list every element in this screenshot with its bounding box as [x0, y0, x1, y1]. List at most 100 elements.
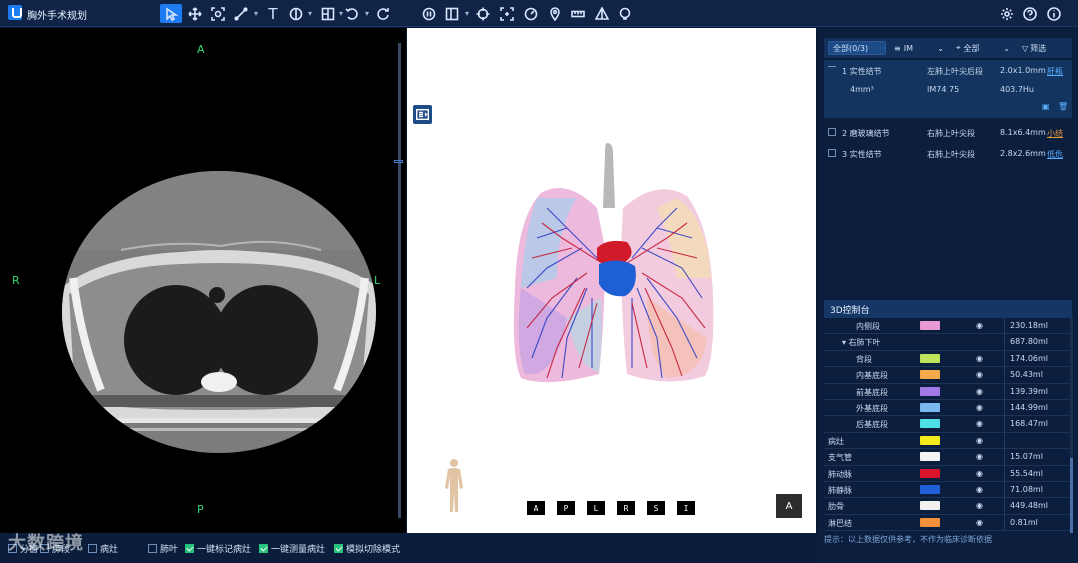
nodule-checkbox[interactable] — [828, 66, 836, 74]
control-row[interactable]: 病灶 ◉ — [824, 432, 1072, 450]
control-row[interactable]: 肋骨 ◉ 449.48ml — [824, 498, 1072, 515]
color-swatch[interactable] — [920, 370, 940, 380]
view-anterior-button[interactable]: A — [527, 501, 545, 515]
control-row[interactable]: 后基底段 ◉ 168.47ml — [824, 416, 1072, 433]
nodule-checkbox[interactable] — [828, 128, 836, 136]
orientation-cube[interactable]: A — [776, 494, 802, 518]
visibility-eye-icon[interactable]: ◉ — [976, 370, 983, 379]
control-row[interactable]: 前基底段 ◉ 139.39ml — [824, 383, 1072, 400]
measure-tool-button[interactable] — [232, 4, 250, 23]
nodule-checkbox[interactable] — [828, 149, 836, 157]
control-row[interactable]: 内基底段 ◉ 50.43ml — [824, 367, 1072, 384]
view-superior-button[interactable]: S — [647, 501, 665, 515]
color-swatch[interactable] — [920, 353, 940, 363]
volume-button[interactable] — [593, 4, 611, 23]
toggle-option[interactable]: 病灶 — [88, 542, 118, 555]
help-button[interactable] — [1021, 4, 1039, 23]
rotate-chevron-icon[interactable]: ▾ — [363, 4, 371, 23]
visibility-eye-icon[interactable]: ◉ — [976, 419, 983, 428]
color-swatch[interactable] — [920, 468, 940, 478]
checked-checkbox-icon[interactable] — [334, 544, 343, 553]
color-swatch[interactable] — [920, 321, 940, 330]
filter-button[interactable]: ▽ 筛选 — [1018, 41, 1060, 55]
visibility-eye-icon[interactable]: ◉ — [976, 518, 983, 527]
pan-tool-button[interactable] — [186, 4, 204, 23]
marker-button[interactable] — [546, 4, 564, 23]
ct-2d-viewport[interactable]: A P R L — [0, 28, 406, 533]
select-tool-button[interactable] — [160, 4, 182, 23]
visibility-eye-icon[interactable]: ◉ — [976, 354, 983, 363]
control-row[interactable]: 背段 ◉ 174.06ml — [824, 350, 1072, 368]
zoom-tool-button[interactable] — [209, 4, 227, 23]
delete-icon[interactable]: 🗑 — [1058, 102, 1068, 111]
nodule-item[interactable]: 3 实性结节 右肺上叶尖段 2.8x2.6mm 低危 — [824, 146, 1072, 164]
settings-button[interactable] — [998, 4, 1016, 23]
probe-button[interactable] — [616, 4, 634, 23]
control-row[interactable]: ▾ 右肺下叶 687.80ml — [824, 334, 1072, 351]
info-button[interactable] — [1045, 4, 1063, 23]
filter-all-tab[interactable]: 全部(0/3) — [828, 41, 886, 55]
visibility-eye-icon[interactable]: ◉ — [976, 452, 983, 461]
view-posterior-button[interactable]: P — [557, 501, 575, 515]
lung-3d-viewport[interactable]: A P L R S I A — [407, 28, 816, 533]
layout-button[interactable] — [319, 4, 337, 23]
color-swatch[interactable] — [920, 419, 940, 429]
view-left-button[interactable]: L — [587, 501, 605, 515]
checked-checkbox-icon[interactable] — [185, 544, 194, 553]
save-icon[interactable]: ▣ — [1042, 102, 1050, 111]
color-swatch[interactable] — [920, 386, 940, 396]
visibility-eye-icon[interactable]: ◉ — [976, 485, 983, 494]
visibility-eye-icon[interactable]: ◉ — [976, 501, 983, 510]
nodule-item-selected[interactable]: 1 实性结节 左肺上叶尖后段 2.0x1.0mm 肝瓶 4mm³ IM74 75… — [824, 60, 1072, 118]
color-swatch[interactable] — [920, 501, 940, 511]
fit-button[interactable] — [498, 4, 516, 23]
checkbox-icon[interactable] — [88, 544, 97, 553]
nodule-status[interactable]: 低危 — [1047, 149, 1063, 160]
control-scroll-thumb[interactable] — [1070, 458, 1073, 533]
crosshair-button[interactable] — [474, 4, 492, 23]
visibility-eye-icon[interactable]: ◉ — [976, 469, 983, 478]
nodule-status[interactable]: 肝瓶 — [1047, 66, 1063, 77]
body-orientation-figure-icon[interactable] — [442, 458, 466, 514]
split-view-button[interactable] — [443, 4, 461, 23]
nodule-item[interactable]: 2 磨玻璃结节 右肺上叶尖段 8.1x6.4mm 小结 — [824, 125, 1072, 143]
nodule-list-toggle-button[interactable] — [413, 105, 432, 124]
window-level-chevron-icon[interactable]: ▾ — [306, 4, 314, 23]
color-swatch[interactable] — [920, 402, 940, 412]
visibility-eye-icon[interactable]: ◉ — [976, 387, 983, 396]
control-row[interactable]: 肺动脉 ◉ 55.54ml — [824, 465, 1072, 482]
checkbox-icon[interactable] — [148, 544, 157, 553]
rotate-button[interactable] — [343, 4, 361, 23]
play-button[interactable] — [420, 4, 438, 23]
control-row[interactable]: 淋巴结 ◉ 0.81ml — [824, 514, 1072, 532]
checked-checkbox-icon[interactable] — [259, 544, 268, 553]
color-swatch[interactable] — [920, 435, 940, 445]
filter-scope-select[interactable]: ⌖ 全部 ⌄ — [952, 41, 1014, 55]
control-row[interactable]: 内侧段 ◉ 230.18ml — [824, 318, 1072, 335]
visibility-eye-icon[interactable]: ◉ — [976, 436, 983, 445]
view-right-button[interactable]: R — [617, 501, 635, 515]
toggle-option[interactable]: 一键标记病灶 — [185, 542, 251, 555]
control-row[interactable]: 肺静脉 ◉ 71.08ml — [824, 481, 1072, 499]
control-row[interactable]: 外基底段 ◉ 144.99ml — [824, 399, 1072, 417]
toggle-option[interactable]: 模拟切除模式 — [334, 542, 400, 555]
visibility-eye-icon[interactable]: ◉ — [976, 321, 983, 330]
ruler-button[interactable] — [569, 4, 587, 23]
nodule-status[interactable]: 小结 — [1047, 128, 1063, 139]
slice-scroll-thumb[interactable] — [394, 160, 403, 163]
slice-scrollbar[interactable] — [398, 43, 401, 518]
control-row[interactable]: 支气管 ◉ 15.07ml — [824, 449, 1072, 466]
color-swatch[interactable] — [920, 452, 940, 462]
reset-button[interactable] — [374, 4, 392, 23]
window-level-button[interactable] — [287, 4, 305, 23]
filter-type-select[interactable]: ≡ IM ⌄ — [890, 41, 948, 55]
angle-button[interactable] — [522, 4, 540, 23]
split-view-chevron-icon[interactable]: ▾ — [463, 4, 471, 23]
color-swatch[interactable] — [920, 484, 940, 494]
measure-dropdown-chevron-icon[interactable]: ▾ — [252, 4, 260, 23]
text-tool-button[interactable]: T — [264, 4, 282, 23]
toggle-option[interactable]: 一键测量病灶 — [259, 542, 325, 555]
color-swatch[interactable] — [920, 517, 940, 527]
view-inferior-button[interactable]: I — [677, 501, 695, 515]
toggle-option[interactable]: 肺叶 — [148, 542, 178, 555]
